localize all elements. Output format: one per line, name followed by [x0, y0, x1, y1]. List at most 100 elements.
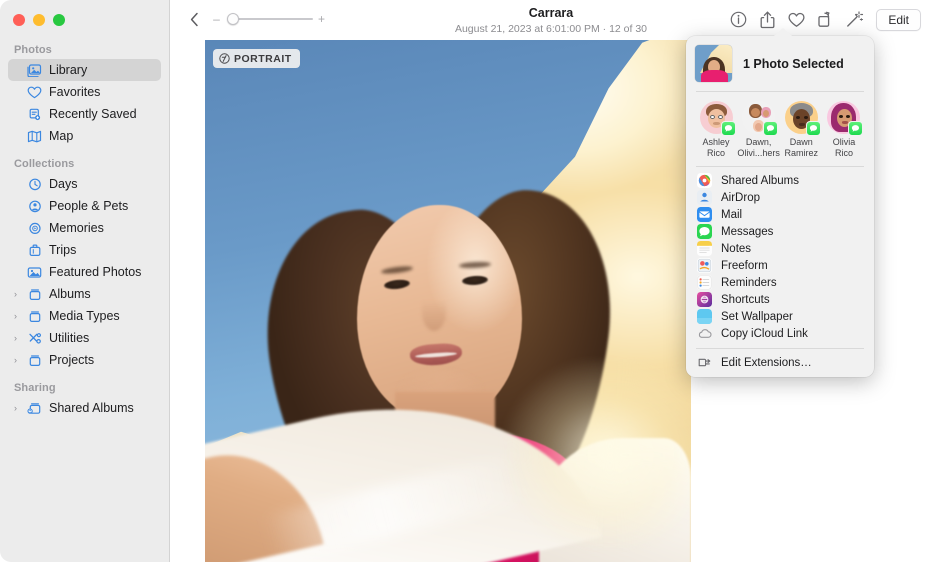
portrait-badge[interactable]: PORTRAIT [213, 49, 300, 68]
sidebar-item-albums[interactable]: › Albums [8, 283, 161, 305]
featured-photo-icon [25, 266, 44, 279]
info-circle-icon [730, 11, 747, 28]
sidebar-section-collections-header: Collections [0, 158, 169, 173]
selection-count-label: 1 Photo Selected [743, 57, 844, 71]
menu-item-messages[interactable]: Messages [686, 223, 874, 240]
menu-item-label: Set Wallpaper [721, 311, 793, 323]
sidebar-item-people-and-pets[interactable]: People & Pets [8, 195, 161, 217]
person-circle-icon [25, 200, 44, 213]
sidebar-item-library[interactable]: Library [8, 59, 161, 81]
contact-olivia-rico[interactable]: Olivia Rico [823, 101, 865, 158]
nose [422, 293, 446, 331]
menu-item-shared-albums[interactable]: Shared Albums [686, 172, 874, 189]
menu-item-label: Shared Albums [721, 175, 799, 187]
zoom-out-label[interactable]: – [212, 13, 221, 25]
sidebar-item-label: Projects [49, 353, 94, 367]
clock-icon [25, 178, 44, 191]
sidebar-item-shared-albums[interactable]: › Shared Albums [8, 397, 161, 419]
portrait-badge-label: PORTRAIT [234, 53, 292, 65]
enhance-button[interactable] [840, 6, 869, 33]
sidebar-item-label: Days [49, 177, 77, 191]
sidebar-item-label: Media Types [49, 309, 120, 323]
chevron-right-icon[interactable]: › [14, 290, 25, 299]
menu-item-freeform[interactable]: Freeform [686, 257, 874, 274]
zoom-slider[interactable]: – + [212, 10, 332, 28]
tools-icon [25, 332, 44, 345]
edit-button[interactable]: Edit [876, 9, 921, 31]
chevron-right-icon[interactable]: › [14, 404, 25, 413]
shared-albums-icon [697, 173, 712, 188]
album-folder-icon [25, 288, 44, 301]
sidebar-item-favorites[interactable]: Favorites [8, 81, 161, 103]
selected-photo-thumbnail [695, 45, 732, 82]
menu-item-label: Mail [721, 209, 742, 221]
selfie-photo[interactable]: PORTRAIT [205, 40, 691, 562]
sidebar: Photos Library Favorites Recently Saved [0, 0, 170, 562]
sidebar-section-sharing-header: Sharing [0, 382, 169, 397]
close-button[interactable] [13, 14, 25, 26]
share-arrow-up-icon [760, 11, 775, 29]
photos-library-icon [25, 64, 44, 77]
share-menu: Shared Albums AirDrop Mail Messages [686, 167, 874, 371]
avatar [742, 101, 775, 134]
menu-item-copy-icloud-link[interactable]: Copy iCloud Link [686, 325, 874, 342]
map-icon [25, 130, 44, 143]
sidebar-item-media-types[interactable]: › Media Types [8, 305, 161, 327]
sidebar-item-map[interactable]: Map [8, 125, 161, 147]
zoom-slider-track-wrap[interactable] [225, 12, 313, 26]
sidebar-item-days[interactable]: Days [8, 173, 161, 195]
suitcase-icon [25, 244, 44, 257]
share-popover: 1 Photo Selected Ashley Ric [686, 36, 874, 377]
sidebar-item-projects[interactable]: › Projects [8, 349, 161, 371]
zoom-slider-track [229, 18, 313, 20]
window-controls[interactable] [13, 14, 65, 26]
back-button[interactable] [183, 8, 205, 30]
menu-item-mail[interactable]: Mail [686, 206, 874, 223]
sidebar-item-utilities[interactable]: › Utilities [8, 327, 161, 349]
menu-item-reminders[interactable]: Reminders [686, 274, 874, 291]
sidebar-item-recently-saved[interactable]: Recently Saved [8, 103, 161, 125]
menu-item-label: Edit Extensions… [721, 357, 812, 369]
suggested-contacts: Ashley Rico Dawn, Olivi. [686, 92, 874, 166]
info-button[interactable] [724, 6, 753, 33]
contact-ashley-rico[interactable]: Ashley Rico [695, 101, 737, 158]
toolbar: – + Carrara August 21, 2023 at 6:01:00 P… [170, 0, 932, 40]
menu-item-label: Notes [721, 243, 751, 255]
zoom-slider-knob[interactable] [227, 13, 239, 25]
rotate-button[interactable] [811, 6, 840, 33]
menu-item-airdrop[interactable]: AirDrop [686, 189, 874, 206]
sidebar-item-label: Albums [49, 287, 91, 301]
minimize-button[interactable] [33, 14, 45, 26]
sidebar-item-featured-photos[interactable]: Featured Photos [8, 261, 161, 283]
menu-item-set-wallpaper[interactable]: Set Wallpaper [686, 308, 874, 325]
heart-icon [25, 86, 44, 99]
sidebar-item-label: Map [49, 129, 73, 143]
menu-item-notes[interactable]: Notes [686, 240, 874, 257]
shortcuts-icon [697, 292, 712, 307]
menu-item-label: Copy iCloud Link [721, 328, 808, 340]
menu-item-label: Messages [721, 226, 773, 238]
messages-icon [697, 224, 712, 239]
sidebar-item-label: Shared Albums [49, 401, 134, 415]
zoom-button[interactable] [53, 14, 65, 26]
contact-dawn-ramirez[interactable]: Dawn Ramirez [780, 101, 822, 158]
menu-item-label: Freeform [721, 260, 768, 272]
contact-group-dawn-olivia[interactable]: Dawn, Olivi...hers [738, 101, 780, 158]
messages-icon [806, 121, 821, 136]
menu-item-shortcuts[interactable]: Shortcuts [686, 291, 874, 308]
sidebar-item-memories[interactable]: Memories [8, 217, 161, 239]
zoom-in-label[interactable]: + [317, 13, 326, 25]
sidebar-item-label: Recently Saved [49, 107, 137, 121]
chevron-right-icon[interactable]: › [14, 334, 25, 343]
contact-name: Ashley Rico [702, 137, 729, 158]
messages-icon [763, 121, 778, 136]
menu-item-edit-extensions[interactable]: Edit Extensions… [686, 354, 874, 371]
sidebar-item-label: Utilities [49, 331, 89, 345]
chevron-right-icon[interactable]: › [14, 356, 25, 365]
sidebar-item-label: Trips [49, 243, 76, 257]
sidebar-item-trips[interactable]: Trips [8, 239, 161, 261]
edit-button-label: Edit [888, 13, 909, 27]
airdrop-icon [697, 190, 712, 205]
chevron-right-icon[interactable]: › [14, 312, 25, 321]
icloud-link-icon [697, 326, 712, 341]
